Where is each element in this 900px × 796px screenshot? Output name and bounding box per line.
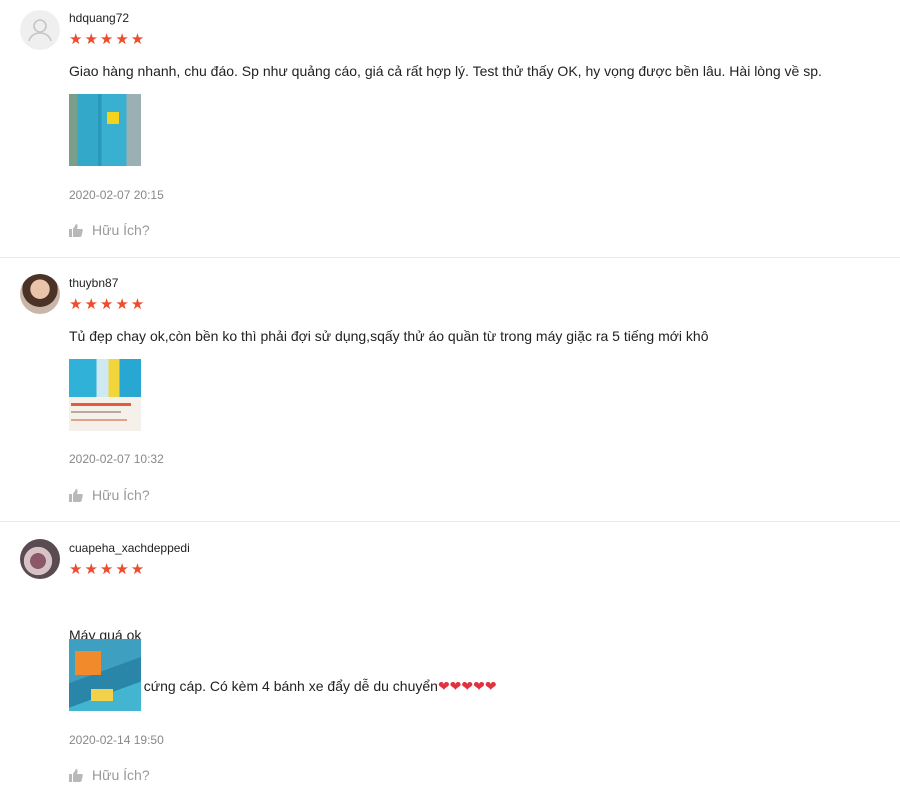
review-text: Tủ đẹp chay ok,còn bền ko thì phải đợi s… bbox=[69, 328, 709, 344]
review-username: cuapeha_xachdeppedi bbox=[69, 541, 190, 555]
review-username: hdquang72 bbox=[69, 11, 130, 25]
helpful-label: Hữu Ích? bbox=[92, 487, 150, 503]
thumbs-up-icon bbox=[69, 223, 83, 237]
review-timestamp: 2020-02-14 19:50 bbox=[69, 733, 164, 747]
review-item: cuapeha_xachdeppedi ★★★★★ Máy quá ok Chắ… bbox=[0, 522, 900, 796]
review-text: Giao hàng nhanh, chu đáo. Sp như quảng c… bbox=[69, 63, 822, 79]
review-item: thuybn87 ★★★★★ Tủ đẹp chay ok,còn bền ko… bbox=[0, 258, 900, 522]
review-photo-thumbnail[interactable] bbox=[69, 94, 141, 166]
review-timestamp: 2020-02-07 20:15 bbox=[69, 188, 164, 202]
rating-stars: ★★★★★ bbox=[69, 31, 147, 48]
user-avatar[interactable] bbox=[20, 10, 60, 50]
thumbs-up-icon bbox=[69, 488, 83, 502]
review-username: thuybn87 bbox=[69, 276, 119, 290]
helpful-button[interactable]: Hữu Ích? bbox=[69, 767, 150, 783]
rating-stars: ★★★★★ bbox=[69, 296, 147, 313]
rating-stars: ★★★★★ bbox=[69, 561, 147, 578]
user-avatar[interactable] bbox=[20, 274, 60, 314]
helpful-label: Hữu Ích? bbox=[92, 767, 150, 783]
heart-emojis: ❤❤❤❤❤ bbox=[437, 678, 497, 694]
review-item: hdquang72 ★★★★★ Giao hàng nhanh, chu đáo… bbox=[0, 0, 900, 258]
helpful-button[interactable]: Hữu Ích? bbox=[69, 487, 150, 503]
default-user-icon bbox=[28, 19, 52, 42]
thumbs-up-icon bbox=[69, 768, 83, 782]
review-photo-thumbnail[interactable] bbox=[69, 639, 141, 711]
helpful-label: Hữu Ích? bbox=[92, 222, 150, 238]
helpful-button[interactable]: Hữu Ích? bbox=[69, 222, 150, 238]
review-timestamp: 2020-02-07 10:32 bbox=[69, 452, 164, 466]
review-photo-thumbnail[interactable] bbox=[69, 359, 141, 431]
user-avatar[interactable] bbox=[20, 539, 60, 579]
